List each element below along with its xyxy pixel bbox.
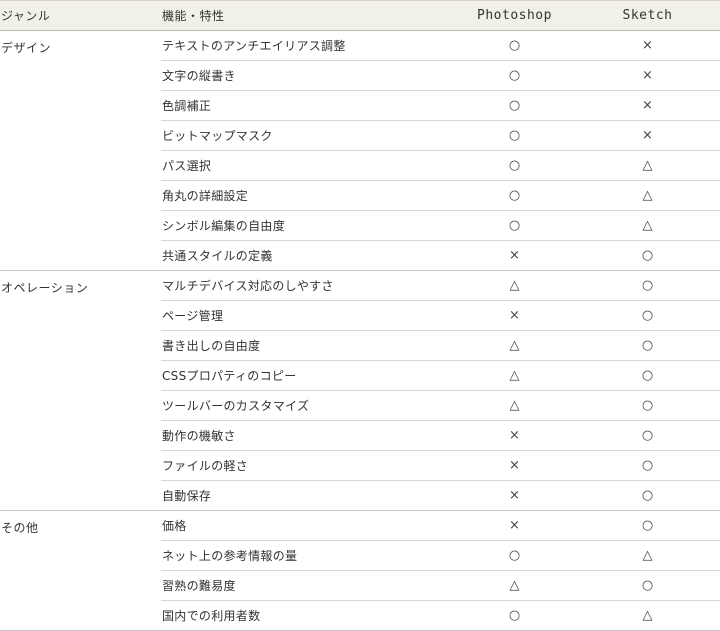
photoshop-mark: ×	[454, 300, 575, 331]
photoshop-mark: ○	[454, 30, 575, 61]
feature-cell: ツールバーのカスタマイズ	[161, 390, 454, 421]
sketch-mark: ○	[575, 420, 720, 451]
feature-cell: 共通スタイルの定義	[161, 240, 454, 271]
table-header: ジャンル 機能・特性 Photoshop Sketch	[0, 0, 720, 31]
sketch-mark: ○	[575, 240, 720, 271]
sketch-mark: ○	[575, 510, 720, 541]
photoshop-mark: ○	[454, 540, 575, 571]
header-sketch: Sketch	[575, 0, 720, 31]
header-genre: ジャンル	[0, 0, 161, 31]
genre-cell: デザイン	[0, 30, 161, 271]
sketch-mark: △	[575, 210, 720, 241]
photoshop-mark: △	[454, 270, 575, 301]
photoshop-mark: ×	[454, 480, 575, 511]
photoshop-mark: ×	[454, 420, 575, 451]
feature-cell: テキストのアンチエイリアス調整	[161, 30, 454, 61]
genre-cell: オペレーション	[0, 270, 161, 511]
feature-cell: 自動保存	[161, 480, 454, 511]
photoshop-mark: ○	[454, 60, 575, 91]
sketch-mark: ○	[575, 300, 720, 331]
header-row: ジャンル 機能・特性 Photoshop Sketch	[0, 0, 720, 31]
photoshop-mark: ×	[454, 510, 575, 541]
photoshop-mark: ○	[454, 180, 575, 211]
feature-cell: パス選択	[161, 150, 454, 181]
photoshop-mark: ○	[454, 600, 575, 631]
feature-cell: 国内での利用者数	[161, 600, 454, 631]
feature-cell: 習熟の難易度	[161, 570, 454, 601]
sketch-mark: ○	[575, 480, 720, 511]
feature-cell: 角丸の詳細設定	[161, 180, 454, 211]
photoshop-mark: △	[454, 360, 575, 391]
table-row: その他 価格 × ○	[0, 510, 720, 631]
photoshop-mark: ○	[454, 120, 575, 151]
photoshop-mark: △	[454, 390, 575, 421]
table-row: デザイン テキストのアンチエイリアス調整 ○ ×	[0, 30, 720, 271]
header-feature: 機能・特性	[161, 0, 454, 31]
genre-cell: その他	[0, 510, 161, 631]
sketch-mark: ○	[575, 390, 720, 421]
sketch-mark: ×	[575, 90, 720, 121]
sketch-mark: ×	[575, 30, 720, 61]
photoshop-mark: ×	[454, 450, 575, 481]
photoshop-mark: ○	[454, 150, 575, 181]
feature-cell: 動作の機敏さ	[161, 420, 454, 451]
comparison-table: ジャンル 機能・特性 Photoshop Sketch デザイン テキストのアン…	[0, 0, 720, 631]
feature-cell: ページ管理	[161, 300, 454, 331]
photoshop-mark: ○	[454, 210, 575, 241]
feature-cell: シンボル編集の自由度	[161, 210, 454, 241]
photoshop-mark: ○	[454, 90, 575, 121]
sketch-mark: ×	[575, 60, 720, 91]
photoshop-mark: △	[454, 330, 575, 361]
feature-cell: 書き出しの自由度	[161, 330, 454, 361]
table-body: デザイン テキストのアンチエイリアス調整 ○ × 文字の縦書き ○ × 色調補正…	[0, 30, 720, 631]
header-photoshop: Photoshop	[454, 0, 575, 31]
photoshop-mark: ×	[454, 240, 575, 271]
feature-cell: 色調補正	[161, 90, 454, 121]
feature-cell: ネット上の参考情報の量	[161, 540, 454, 571]
table-row: オペレーション マルチデバイス対応のしやすさ △ ○	[0, 270, 720, 511]
sketch-mark: ○	[575, 450, 720, 481]
sketch-mark: △	[575, 180, 720, 211]
feature-cell: 文字の縦書き	[161, 60, 454, 91]
sketch-mark: ○	[575, 360, 720, 391]
sketch-mark: ○	[575, 570, 720, 601]
feature-cell: ビットマップマスク	[161, 120, 454, 151]
feature-cell: ファイルの軽さ	[161, 450, 454, 481]
feature-cell: CSSプロパティのコピー	[161, 360, 454, 391]
sketch-mark: △	[575, 150, 720, 181]
sketch-mark: ×	[575, 120, 720, 151]
sketch-mark: ○	[575, 330, 720, 361]
sketch-mark: △	[575, 540, 720, 571]
sketch-mark: ○	[575, 270, 720, 301]
feature-cell: マルチデバイス対応のしやすさ	[161, 270, 454, 301]
photoshop-mark: △	[454, 570, 575, 601]
sketch-mark: △	[575, 600, 720, 631]
feature-cell: 価格	[161, 510, 454, 541]
